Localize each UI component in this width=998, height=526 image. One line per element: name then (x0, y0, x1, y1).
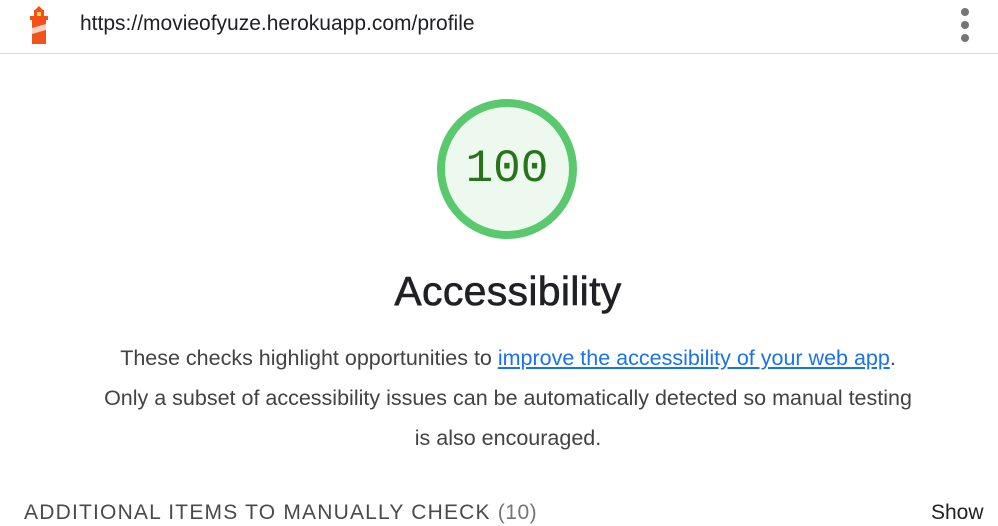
page-url: https://movieofyuze.herokuapp.com/profil… (80, 12, 475, 35)
category-title: Accessibility (394, 268, 622, 315)
score-value: 100 (465, 143, 549, 195)
lighthouse-icon (30, 6, 48, 44)
menu-dot (961, 8, 969, 16)
manual-items-header: ADDITIONAL ITEMS TO MANUALLY CHECK (10) (24, 500, 537, 526)
menu-dot (961, 21, 969, 29)
category-description: These checks highlight opportunities to … (96, 338, 920, 458)
show-manual-items-button[interactable]: Show (931, 500, 984, 526)
description-text: These checks highlight opportunities to (120, 346, 498, 370)
top-bar: https://movieofyuze.herokuapp.com/profil… (0, 0, 998, 54)
section-title: ADDITIONAL ITEMS TO MANUALLY CHECK (24, 501, 491, 524)
menu-dot (961, 34, 969, 42)
section-count: (10) (497, 501, 538, 524)
more-options-button[interactable] (952, 6, 980, 44)
accessibility-learn-more-link[interactable]: improve the accessibility of your web ap… (498, 346, 890, 370)
